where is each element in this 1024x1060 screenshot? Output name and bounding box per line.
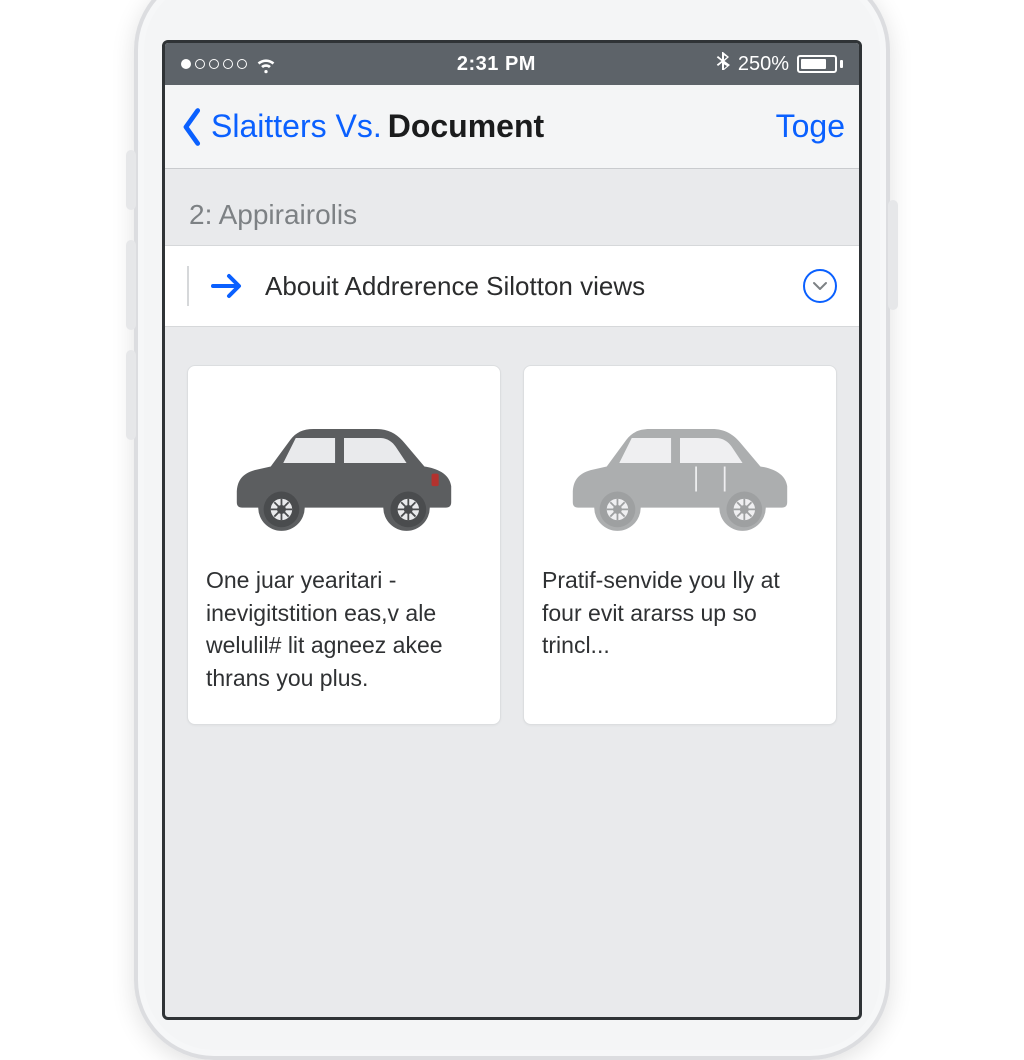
- card-caption: Pratif-senvide you lly at four evit arar…: [542, 564, 818, 662]
- section-header: 2: Appirairolis: [165, 169, 859, 245]
- phone-side-button: [126, 240, 136, 330]
- phone-side-button: [888, 200, 898, 310]
- car-icon: [206, 386, 482, 564]
- list-row-about[interactable]: Abouit Addrerence Silotton views: [165, 245, 859, 327]
- card-caption: One juar yearitari - inevigitstition eas…: [206, 564, 482, 695]
- battery-percent: 250%: [738, 53, 789, 76]
- nav-action-button[interactable]: Toge: [776, 108, 845, 145]
- back-button-label[interactable]: Slaitters Vs.: [211, 108, 382, 145]
- battery-icon: [797, 55, 843, 73]
- status-time: 2:31 PM: [457, 53, 536, 76]
- phone-frame: 2:31 PM 250% Slaitters Vs. Document Toge: [134, 0, 890, 1060]
- content-area: 2: Appirairolis Abouit Addrerence Silott…: [165, 169, 859, 747]
- phone-side-button: [126, 350, 136, 440]
- signal-strength-icon: [181, 59, 247, 69]
- page-title: Document: [388, 108, 544, 145]
- card-grid: One juar yearitari - inevigitstition eas…: [165, 327, 859, 747]
- row-divider: [187, 266, 189, 306]
- back-chevron-icon[interactable]: [179, 107, 207, 147]
- bluetooth-icon: [716, 52, 730, 77]
- screen: 2:31 PM 250% Slaitters Vs. Document Toge: [162, 40, 862, 1020]
- wifi-icon: [255, 53, 277, 75]
- car-icon: [542, 386, 818, 564]
- nav-bar: Slaitters Vs. Document Toge: [165, 85, 859, 169]
- phone-side-button: [126, 150, 136, 210]
- card-item[interactable]: Pratif-senvide you lly at four evit arar…: [523, 365, 837, 725]
- expand-circle-icon[interactable]: [803, 269, 837, 303]
- list-row-label: Abouit Addrerence Silotton views: [265, 271, 783, 302]
- arrow-right-icon: [209, 268, 245, 304]
- status-bar: 2:31 PM 250%: [165, 43, 859, 85]
- card-item[interactable]: One juar yearitari - inevigitstition eas…: [187, 365, 501, 725]
